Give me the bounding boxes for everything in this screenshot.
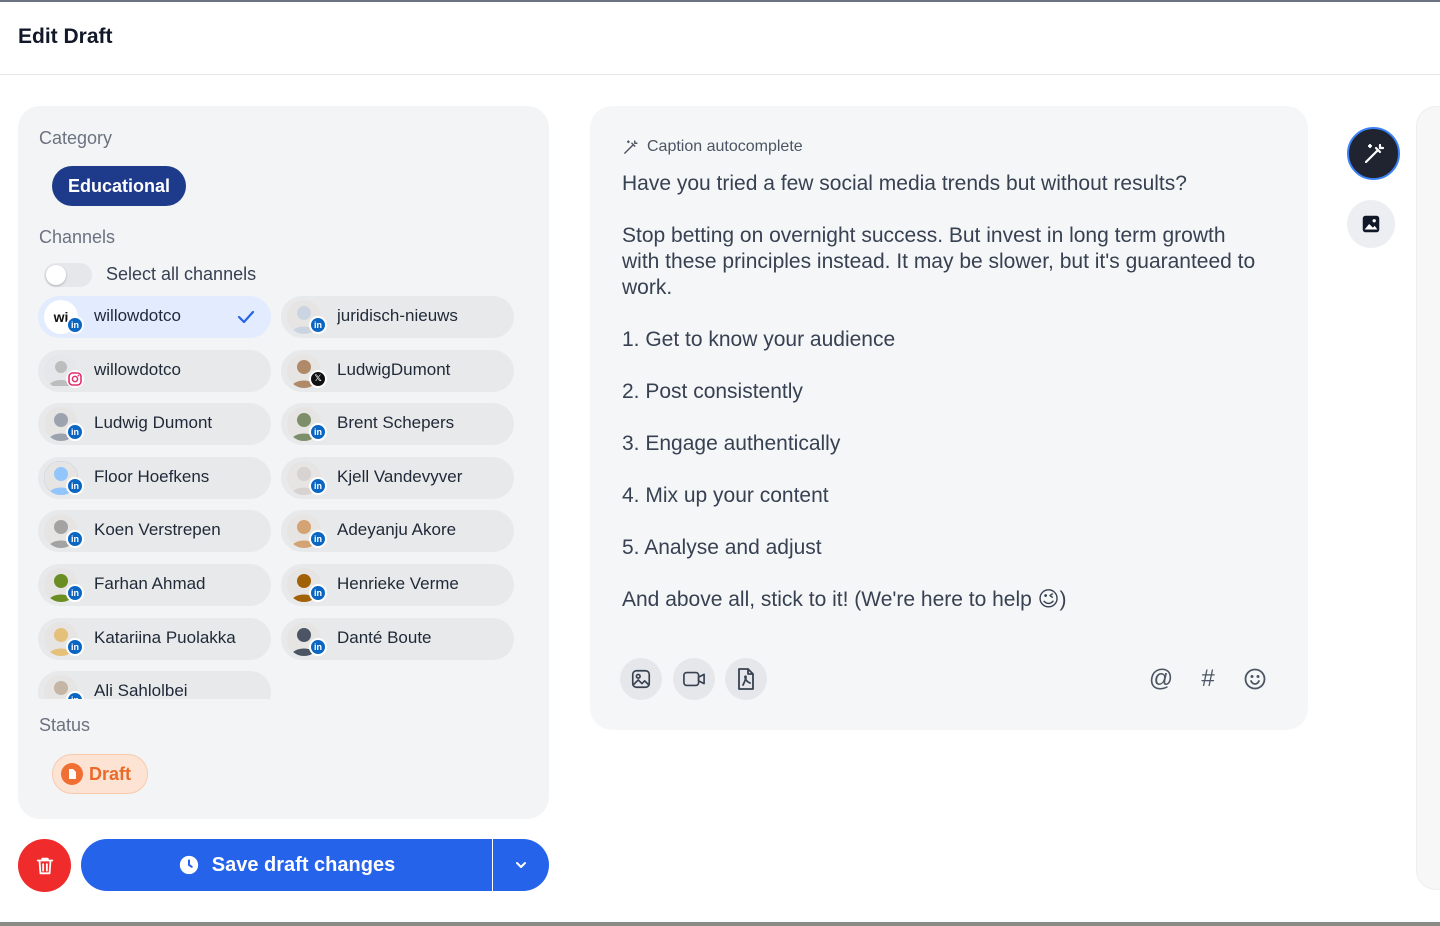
adjacent-panel-edge [1416,106,1440,890]
save-draft-label: Save draft changes [211,853,396,876]
magic-wand-icon [1364,143,1384,163]
linkedin-icon: in [309,637,327,656]
channel-list[interactable]: wi in willowdotco in juridisch-nieuws willowd… [38,294,528,699]
chevron-down-icon [516,862,526,868]
media-library-button[interactable] [1347,200,1395,248]
linkedin-icon: in [309,423,327,442]
hashtag-button[interactable]: # [1194,665,1222,693]
status-label: Status [39,715,91,735]
select-all-label: Select all channels [106,264,257,284]
pdf-document-icon [738,668,754,690]
video-icon [683,671,705,687]
channel-name: willowdotco [94,359,181,379]
linkedin-icon: in [309,584,327,602]
channel-name: Adeyanju Akore [337,520,457,540]
linkedin-icon: in [66,530,84,549]
channel-name: Kjell Vandevyver [337,466,463,486]
channel-item[interactable]: in Ali Sahlolbei [38,671,271,699]
channel-name: Ludwig Dumont [94,413,213,433]
channel-item[interactable]: wi in willowdotco [38,296,271,338]
linkedin-icon: in [66,691,84,699]
image-icon [1362,215,1380,233]
draft-icon [61,763,83,785]
linkedin-icon: in [66,316,84,334]
linkedin-icon: in [309,530,327,549]
toggle-knob [46,265,66,285]
channel-name: Brent Schepers [337,413,455,433]
caption-paragraph: 1. Get to know your audience [622,328,896,351]
add-image-button[interactable] [620,658,662,700]
channel-name: LudwigDumont [337,359,451,379]
caption-paragraph: Have you tried a few social media trends… [622,172,1187,195]
caption-paragraph: Stop betting on overnight success. But i… [622,224,1262,299]
linkedin-icon: in [66,423,84,442]
status-chip-draft[interactable]: Draft [52,754,149,794]
trash-icon [36,857,53,874]
channel-name: Ali Sahlolbei [94,681,188,699]
caption-editor[interactable]: Caption autocomplete Have you tried a fe… [590,106,1308,730]
channels-label: Channels [39,227,116,247]
ai-assist-button[interactable] [1347,127,1400,180]
channel-name: juridisch-nieuws [337,306,458,325]
add-video-button[interactable] [673,658,715,700]
channel-name: Farhan Ahmad [94,574,206,593]
linkedin-icon: in [309,476,327,495]
channel-item[interactable]: 𝕏 LudwigDumont [281,349,514,392]
emoji-button[interactable] [1241,665,1269,693]
page-title: Edit Draft [18,25,113,48]
channel-name: Katariina Puolakka [94,627,236,647]
channel-name: Floor Hoefkens [94,466,210,486]
linkedin-icon: in [66,637,84,656]
settings-panel: Category Educational Channels Select all… [18,106,549,819]
channel-name: Danté Boute [337,627,432,647]
select-all-toggle[interactable] [44,263,92,287]
caption-autocomplete-label: Caption autocomplete [647,138,803,155]
channel-item[interactable]: in Koen Verstrepen [38,510,271,553]
magic-wand-icon [624,139,638,154]
channel-item[interactable]: in Adeyanju Akore [281,510,514,553]
status-value: Draft [89,763,132,784]
channel-name: Henrieke Verme [337,574,459,593]
channel-item[interactable]: in Ludwig Dumont [38,403,271,446]
caption-autocomplete[interactable]: Caption autocomplete [622,138,803,156]
caption-paragraph: And above all, stick to it! (We're here … [622,588,1067,611]
channel-item[interactable]: willowdotco [38,349,271,392]
emoji-icon [1244,668,1266,690]
channel-item[interactable]: in Henrieke Verme [281,564,514,606]
delete-button[interactable] [18,839,71,892]
channel-item[interactable]: in Kjell Vandevyver [281,456,514,499]
channel-item[interactable]: in juridisch-nieuws [281,296,514,338]
page-header: Edit Draft [0,2,1440,75]
linkedin-icon: in [66,476,84,495]
linkedin-icon: in [309,316,327,334]
channel-item[interactable]: in Brent Schepers [281,403,514,446]
save-draft-button[interactable]: Save draft changes [81,839,492,891]
x-icon: 𝕏 [309,369,327,388]
clock-icon [179,855,198,875]
category-chip-educational[interactable]: Educational [52,166,187,206]
caption-paragraph: 4. Mix up your content [622,484,829,507]
caption-paragraph: 2. Post consistently [622,380,803,403]
linkedin-icon: in [66,584,84,602]
image-icon [631,669,651,689]
channel-item[interactable]: in Danté Boute [281,617,514,660]
channel-item[interactable]: in Katariina Puolakka [38,617,271,660]
channel-item[interactable]: in Floor Hoefkens [38,456,271,499]
checkmark-icon [235,306,257,333]
window-bottom-border [0,922,1440,926]
instagram-icon [66,369,84,388]
caption-text[interactable]: Have you tried a few social media trends… [622,171,1262,639]
channel-name: willowdotco [94,306,181,325]
caption-paragraph: 3. Engage authentically [622,432,841,455]
save-options-button[interactable] [493,839,549,891]
add-document-button[interactable] [725,658,767,700]
channel-name: Koen Verstrepen [94,520,221,540]
mention-button[interactable]: @ [1147,665,1175,693]
channel-item[interactable]: in Farhan Ahmad [38,564,271,606]
caption-paragraph: 5. Analyse and adjust [622,536,822,559]
category-label: Category [39,128,113,148]
